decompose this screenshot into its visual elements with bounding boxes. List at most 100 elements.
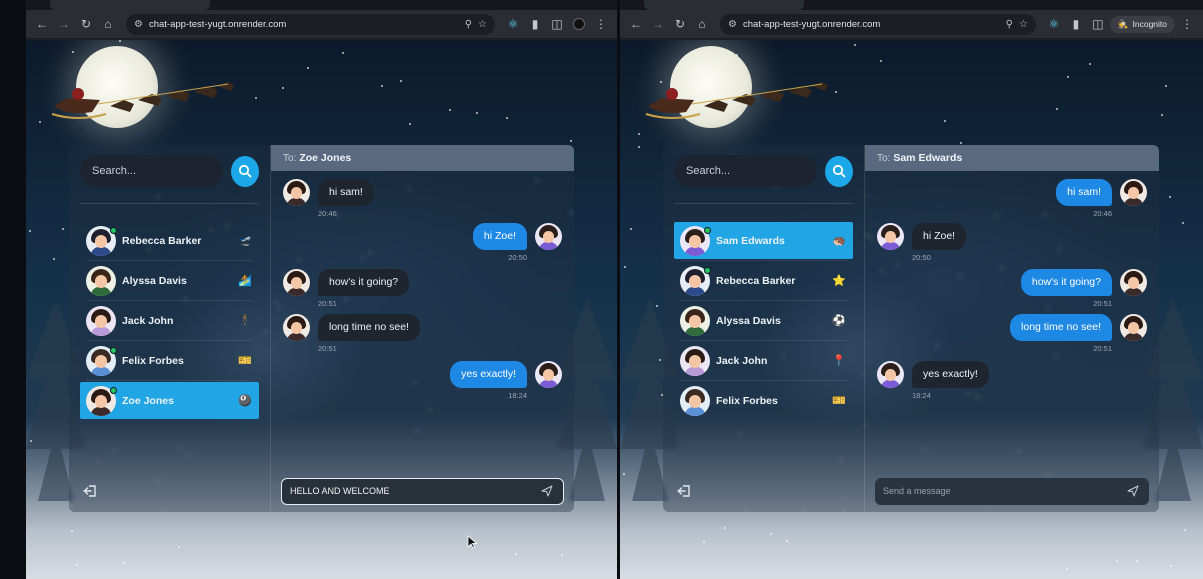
message-timestamp: 20:50: [912, 252, 931, 262]
avatar-wrapper: [680, 305, 710, 336]
message-content: how's it going? 20:51: [318, 269, 410, 308]
logout-button[interactable]: [81, 482, 99, 500]
message-input-box[interactable]: [281, 477, 564, 505]
snowflake: [506, 117, 508, 119]
snow-ground: [26, 501, 617, 579]
snowflake: [1169, 196, 1171, 198]
avatar-wrapper: [680, 265, 711, 296]
snowflake: [638, 146, 640, 148]
incognito-badge[interactable]: 🕵 Incognito: [1109, 15, 1175, 33]
avatar: [283, 179, 310, 206]
message-bubble: yes exactly!: [450, 361, 527, 388]
home-icon[interactable]: ⌂: [692, 14, 712, 34]
conversation-name: Felix Forbes: [716, 394, 778, 407]
conversation-item[interactable]: Felix Forbes 🎫: [80, 340, 259, 379]
message-input-box[interactable]: [875, 477, 1149, 505]
snowflake: [736, 54, 738, 56]
logout-button[interactable]: [675, 482, 693, 500]
snowflake: [30, 440, 32, 442]
snowflake: [72, 51, 74, 53]
conversation-emoji: 🎫: [832, 395, 846, 407]
conversation-item[interactable]: Alyssa Davis 🏄: [80, 260, 259, 299]
snowflake: [62, 228, 64, 230]
zoom-icon[interactable]: ⚲: [465, 19, 472, 30]
conversation-item[interactable]: Rebecca Barker ⭐: [674, 260, 853, 299]
send-button[interactable]: [539, 483, 555, 499]
browser-window-right: ← → ↻ ⌂ ⚙ chat-app-test-yugt.onrender.co…: [620, 0, 1203, 579]
reload-icon[interactable]: ↻: [670, 14, 690, 34]
snowflake: [126, 66, 128, 68]
browser-tab[interactable]: [644, 0, 804, 10]
message-timestamp: 20:46: [318, 208, 337, 218]
address-bar[interactable]: ⚙ chat-app-test-yugt.onrender.com ⚲ ☆: [720, 13, 1036, 35]
avatar: [1120, 314, 1147, 341]
incognito-label: Incognito: [1132, 19, 1168, 29]
conversation-item[interactable]: Jack John 🕴: [80, 300, 259, 339]
browser-menu-icon[interactable]: ⋮: [1177, 14, 1197, 34]
message-row: hi sam! 20:46: [877, 179, 1147, 218]
zoom-icon[interactable]: ⚲: [1006, 19, 1013, 30]
conversation-item[interactable]: Sam Edwards 🦔: [674, 222, 853, 259]
extensions-icon[interactable]: ▮: [525, 14, 545, 34]
snowflake: [476, 112, 478, 114]
side-panel-icon[interactable]: ◫: [547, 14, 567, 34]
message-timestamp: 20:46: [1093, 208, 1112, 218]
message-row: long time no see! 20:51: [877, 314, 1147, 353]
site-settings-icon[interactable]: ⚙: [728, 19, 737, 30]
santa-sleigh-illustration: [51, 82, 234, 119]
back-icon[interactable]: ←: [32, 14, 52, 34]
message-list: hi sam! 20:46 hi Zoe! 20:50 how's it going? 2…: [865, 171, 1159, 472]
message-input[interactable]: [290, 486, 539, 496]
message-row: yes exactly! 18:24: [283, 361, 562, 400]
message-bubble: hi sam!: [1056, 179, 1112, 206]
mouse-cursor-icon: [467, 535, 477, 549]
message-input[interactable]: [883, 486, 1125, 496]
search-input[interactable]: [674, 155, 817, 187]
conversation-item[interactable]: Jack John 📍: [674, 340, 853, 379]
message-bubble: long time no see!: [1010, 314, 1112, 341]
home-icon[interactable]: ⌂: [98, 14, 118, 34]
back-icon[interactable]: ←: [626, 14, 646, 34]
conversation-item[interactable]: Alyssa Davis ⚽: [674, 300, 853, 339]
search-button[interactable]: [825, 155, 853, 187]
sidebar-divider: [674, 203, 853, 204]
conversation-item[interactable]: Rebecca Barker 🛫: [80, 222, 259, 259]
to-label: To:: [877, 152, 891, 164]
forward-icon[interactable]: →: [648, 14, 668, 34]
send-button[interactable]: [1125, 483, 1141, 499]
snowflake: [307, 67, 309, 69]
conversation-name: Alyssa Davis: [716, 314, 781, 327]
reload-icon[interactable]: ↻: [76, 14, 96, 34]
forward-icon[interactable]: →: [54, 14, 74, 34]
conversation-emoji: 🎱: [238, 395, 252, 407]
bookmark-star-icon[interactable]: ☆: [1019, 19, 1028, 30]
conversation-name: Rebecca Barker: [716, 274, 796, 287]
profile-avatar-icon[interactable]: [569, 14, 589, 34]
site-settings-icon[interactable]: ⚙: [134, 19, 143, 30]
message-timestamp: 18:24: [508, 390, 527, 400]
conversation-item[interactable]: Zoe Jones 🎱: [80, 380, 259, 419]
snowflake: [53, 258, 55, 260]
extensions-icon[interactable]: ▮: [1066, 14, 1086, 34]
conversation-name: Rebecca Barker: [122, 234, 202, 247]
snowflake: [880, 60, 882, 62]
message-composer: [271, 472, 574, 512]
message-timestamp: 20:51: [318, 298, 337, 308]
snowflake: [659, 359, 661, 361]
react-devtools-icon[interactable]: ⚛: [1044, 14, 1064, 34]
browser-menu-icon[interactable]: ⋮: [591, 14, 611, 34]
search-input[interactable]: [80, 155, 223, 187]
conversation-item[interactable]: Felix Forbes 🎫: [674, 380, 853, 419]
bookmark-star-icon[interactable]: ☆: [478, 19, 487, 30]
snowflake: [1182, 222, 1184, 224]
browser-tab[interactable]: [50, 0, 210, 10]
conversation-name: Sam Edwards: [716, 234, 785, 247]
snowflake: [381, 85, 383, 87]
address-bar[interactable]: ⚙ chat-app-test-yugt.onrender.com ⚲ ☆: [126, 13, 495, 35]
search-button[interactable]: [231, 155, 259, 187]
react-devtools-icon[interactable]: ⚛: [503, 14, 523, 34]
url-text: chat-app-test-yugt.onrender.com: [742, 18, 881, 30]
snowflake: [638, 133, 640, 135]
search-icon: [238, 164, 252, 178]
side-panel-icon[interactable]: ◫: [1088, 14, 1108, 34]
